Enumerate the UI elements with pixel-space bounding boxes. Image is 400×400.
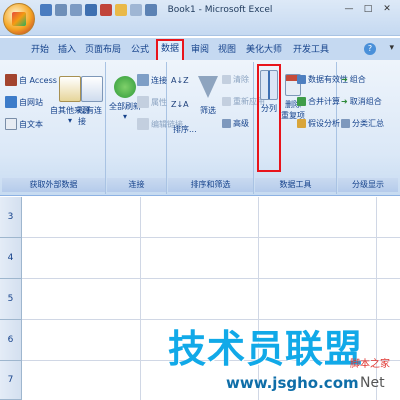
what-if-analysis-button[interactable]: 假设分析 — [297, 118, 340, 129]
sort-icon[interactable] — [130, 4, 142, 16]
watermark-sub: 脚本之家 — [350, 359, 390, 370]
sort-az-icon: A↓Z — [171, 76, 189, 85]
from-text-button[interactable]: 自文本 — [5, 118, 43, 130]
text-file-icon — [5, 118, 17, 130]
ribbon-tabs: 开始 插入 页面布局 公式 数据 审阅 视图 美化大师 开发工具 ? ▾ — [0, 38, 400, 60]
row-header[interactable]: 4 — [0, 238, 22, 279]
quick-access-toolbar — [40, 4, 157, 16]
watermark-net: Net — [360, 375, 385, 391]
advanced-filter-icon — [222, 119, 231, 128]
grid-line — [22, 237, 400, 238]
group-outline: ➜ 组合 ➜ 取消组合 分类汇总 分级显示 — [338, 62, 398, 194]
sort-button[interactable]: 排序... — [173, 124, 197, 135]
consolidate-icon — [297, 97, 306, 106]
consolidate-button[interactable]: 合并计算 — [297, 96, 340, 107]
ungroup-arrow-icon: ➜ — [341, 97, 348, 106]
from-web-button[interactable]: 自网站 — [5, 96, 43, 108]
close-button[interactable]: ✕ — [378, 2, 396, 16]
redo-icon[interactable] — [70, 4, 82, 16]
properties-icon — [137, 96, 149, 108]
subtotal-button[interactable]: 分类汇总 — [341, 118, 384, 129]
tab-formulas[interactable]: 公式 — [128, 41, 152, 59]
what-if-icon — [297, 119, 306, 128]
minimize-button[interactable]: — — [340, 2, 358, 16]
watermark-url: www.jsgho.com — [226, 374, 359, 392]
properties-button[interactable]: 属性 — [137, 96, 167, 108]
filter-button[interactable]: 筛选 — [198, 76, 218, 116]
tab-view[interactable]: 视图 — [215, 41, 239, 59]
group-button[interactable]: ➜ 组合 — [341, 74, 366, 85]
group-label-data-tools: 数据工具 — [255, 178, 336, 192]
save-icon[interactable] — [40, 4, 52, 16]
print-preview-icon[interactable] — [85, 4, 97, 16]
group-label-sort-filter: 排序和筛选 — [168, 178, 253, 192]
row-header[interactable]: 3 — [0, 197, 22, 238]
office-button[interactable] — [3, 3, 35, 35]
sort-za-icon: Z↓A — [171, 100, 189, 109]
connections-icon — [137, 74, 149, 86]
advanced-filter-button[interactable]: 高级 — [222, 118, 249, 129]
chart-icon[interactable] — [100, 4, 112, 16]
text-to-columns-button[interactable]: 分列 — [260, 70, 278, 114]
folder-icon[interactable] — [115, 4, 127, 16]
ungroup-button[interactable]: ➜ 取消组合 — [341, 96, 382, 107]
title-bar: Book1 - Microsoft Excel — □ ✕ — [0, 0, 400, 36]
help-icon[interactable]: ? — [364, 43, 376, 55]
reapply-icon — [222, 97, 231, 106]
window-controls: — □ ✕ — [340, 2, 396, 16]
office-logo-icon — [12, 12, 26, 26]
tab-developer[interactable]: 开发工具 — [290, 41, 332, 59]
group-label-outline: 分级显示 — [338, 178, 398, 192]
existing-connections-icon — [80, 76, 103, 102]
group-external-data: 自 Access 自网站 自文本 自其他来源 ▾ 现有连接 获取外部数据 — [2, 62, 106, 194]
tab-home[interactable]: 开始 — [28, 41, 52, 59]
data-validation-icon — [297, 75, 306, 84]
web-icon — [5, 96, 17, 108]
row-header[interactable]: 5 — [0, 279, 22, 320]
row-header[interactable]: 6 — [0, 320, 22, 361]
edit-links-icon — [137, 118, 149, 130]
group-label-connections: 连接 — [107, 178, 166, 192]
tab-insert[interactable]: 插入 — [55, 41, 79, 59]
connections-button[interactable]: 连接 — [137, 74, 167, 86]
ribbon-minimize-icon[interactable]: ▾ — [389, 43, 394, 53]
ribbon: 自 Access 自网站 自文本 自其他来源 ▾ 现有连接 获取外部数据 全部刷… — [0, 60, 400, 196]
group-label-external: 获取外部数据 — [2, 178, 105, 192]
clear-button[interactable]: 清除 — [222, 74, 249, 85]
watermark-text: 技术员联盟 — [168, 327, 364, 371]
text-to-columns-icon — [260, 70, 278, 100]
maximize-button[interactable]: □ — [359, 2, 377, 16]
window-title: Book1 - Microsoft Excel — [167, 5, 273, 15]
row-header[interactable]: 7 — [0, 361, 22, 400]
sort-za-button[interactable]: Z↓A — [171, 100, 189, 109]
subtotal-icon — [341, 119, 350, 128]
sort-az-button[interactable]: A↓Z — [171, 76, 189, 85]
tab-data[interactable]: 数据 — [156, 39, 184, 60]
grid-line — [22, 278, 400, 279]
clear-icon — [222, 75, 231, 84]
group-arrow-icon: ➜ — [341, 75, 348, 84]
tab-review[interactable]: 审阅 — [188, 41, 212, 59]
undo-icon[interactable] — [55, 4, 67, 16]
group-data-tools: 分列 删除 重复项 数据有效性 合并计算 假设分析 数据工具 — [255, 62, 348, 194]
refresh-icon — [114, 76, 136, 98]
tab-beautify[interactable]: 美化大师 — [242, 41, 286, 59]
group-connections: 全部刷新 ▾ 连接 属性 编辑链接 连接 — [107, 62, 183, 194]
group-sort-filter: A↓Z Z↓A 排序... 筛选 清除 重新应用 高级 排序和筛选 — [168, 62, 265, 194]
access-icon — [5, 74, 17, 86]
filter-funnel-icon — [198, 76, 218, 98]
existing-connections-button[interactable]: 现有连接 — [78, 76, 105, 127]
tab-page-layout[interactable]: 页面布局 — [82, 41, 124, 59]
grid-line — [140, 197, 141, 400]
